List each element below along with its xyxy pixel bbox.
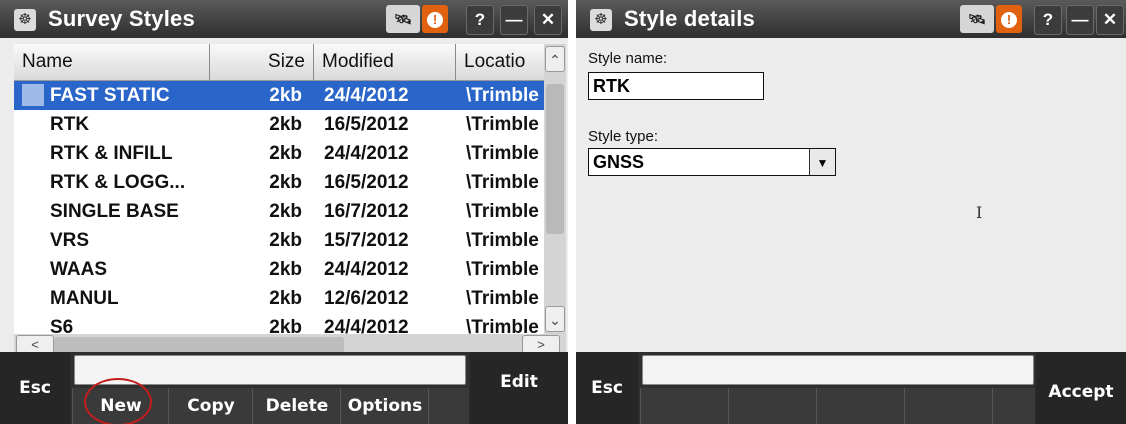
- cell-name: SINGLE BASE: [50, 201, 179, 222]
- column-header-size[interactable]: Size: [210, 44, 314, 80]
- cell-size: 2kb: [269, 114, 302, 135]
- scroll-up-icon[interactable]: ⌃: [545, 46, 565, 72]
- style-type-select[interactable]: GNSS ▼: [588, 148, 836, 176]
- cell-location: \Trimble: [466, 143, 539, 164]
- edit-button[interactable]: Edit: [470, 352, 568, 424]
- table-row[interactable]: FAST STATIC 2kb 24/4/2012 \Trimble: [14, 81, 544, 110]
- table-row[interactable]: WAAS 2kb 24/4/2012 \Trimble: [14, 255, 544, 284]
- cell-modified: 15/7/2012: [324, 230, 409, 251]
- cell-name: RTK: [50, 114, 90, 135]
- cell-size: 2kb: [269, 172, 302, 193]
- esc-button[interactable]: Esc: [0, 352, 70, 424]
- cell-name: FAST STATIC: [50, 85, 170, 106]
- esc-button[interactable]: Esc: [576, 352, 638, 424]
- help-button[interactable]: ?: [466, 5, 494, 35]
- trimble-logo-icon[interactable]: ☸: [14, 9, 36, 31]
- scroll-down-icon[interactable]: ⌄: [545, 306, 565, 332]
- table-row[interactable]: VRS 2kb 15/7/2012 \Trimble: [14, 226, 544, 255]
- vertical-scrollbar[interactable]: ⌃ ⌄: [544, 44, 566, 334]
- help-button[interactable]: ?: [1034, 5, 1062, 35]
- empty-softkey: [816, 388, 905, 424]
- highlight-circle: [84, 378, 152, 424]
- cell-name: RTK & INFILL: [50, 143, 173, 164]
- style-type-label: Style type:: [588, 128, 659, 145]
- title-bar: ☸ Survey Styles 🛰 ! ? — ✕: [0, 0, 568, 38]
- table-row[interactable]: SINGLE BASE 2kb 16/7/2012 \Trimble: [14, 197, 544, 226]
- empty-softkey: [640, 388, 729, 424]
- empty-softkey: [428, 388, 469, 424]
- cell-location: \Trimble: [466, 201, 539, 222]
- title-bar: ☸ Style details 🛰 ! ? — ✕: [576, 0, 1126, 38]
- column-header-name[interactable]: Name: [14, 44, 210, 80]
- survey-styles-window: ☸ Survey Styles 🛰 ! ? — ✕ Name Size Modi…: [0, 0, 568, 424]
- cell-name: WAAS: [50, 259, 107, 280]
- satellite-icon[interactable]: 🛰: [960, 5, 994, 33]
- chevron-down-icon[interactable]: ▼: [809, 149, 835, 175]
- cell-modified: 24/4/2012: [324, 85, 409, 106]
- cell-modified: 12/6/2012: [324, 288, 409, 309]
- text-cursor-icon: I: [976, 203, 983, 222]
- list-header: Name Size Modified Locatio: [14, 44, 544, 81]
- close-button[interactable]: ✕: [534, 5, 562, 35]
- warning-icon[interactable]: !: [996, 5, 1022, 33]
- cell-size: 2kb: [269, 201, 302, 222]
- cell-name: RTK & LOGG...: [50, 172, 186, 193]
- cell-location: \Trimble: [466, 259, 539, 280]
- styles-list[interactable]: Name Size Modified Locatio FAST STATIC 2k…: [14, 44, 566, 356]
- window-title: Survey Styles: [48, 6, 195, 31]
- scrollbar-thumb[interactable]: [54, 337, 344, 353]
- cell-name: VRS: [50, 230, 90, 251]
- style-name-label: Style name:: [588, 50, 668, 67]
- close-button[interactable]: ✕: [1096, 5, 1124, 35]
- minimize-button[interactable]: —: [500, 5, 528, 35]
- cell-size: 2kb: [269, 230, 302, 251]
- cell-size: 2kb: [269, 85, 302, 106]
- cell-size: 2kb: [269, 288, 302, 309]
- table-row[interactable]: RTK & INFILL 2kb 24/4/2012 \Trimble: [14, 139, 544, 168]
- window-separator: [568, 0, 576, 424]
- cell-location: \Trimble: [466, 172, 539, 193]
- cell-name: MANUL: [50, 288, 119, 309]
- options-button[interactable]: Options: [340, 388, 429, 424]
- cell-modified: 16/5/2012: [324, 114, 409, 135]
- scrollbar-thumb[interactable]: [546, 84, 564, 234]
- table-row[interactable]: RTK 2kb 16/5/2012 \Trimble: [14, 110, 544, 139]
- empty-softkey: [728, 388, 817, 424]
- cell-modified: 16/7/2012: [324, 201, 409, 222]
- trimble-logo-icon[interactable]: ☸: [590, 9, 612, 31]
- cell-location: \Trimble: [466, 114, 539, 135]
- cell-size: 2kb: [269, 259, 302, 280]
- copy-button[interactable]: Copy: [168, 388, 253, 424]
- cell-size: 2kb: [269, 143, 302, 164]
- window-title: Style details: [624, 6, 755, 31]
- cell-location: \Trimble: [466, 288, 539, 309]
- command-input[interactable]: [642, 355, 1034, 385]
- column-header-location[interactable]: Locatio: [456, 44, 556, 80]
- empty-softkey: [992, 388, 1035, 424]
- cell-modified: 24/4/2012: [324, 143, 409, 164]
- table-row[interactable]: MANUL 2kb 12/6/2012 \Trimble: [14, 284, 544, 313]
- selection-marker: [22, 84, 44, 106]
- delete-button[interactable]: Delete: [252, 388, 341, 424]
- style-type-value: GNSS: [593, 152, 645, 172]
- satellite-icon[interactable]: 🛰: [386, 5, 420, 33]
- minimize-button[interactable]: —: [1066, 5, 1094, 35]
- cell-modified: 24/4/2012: [324, 259, 409, 280]
- empty-softkey: [904, 388, 993, 424]
- column-header-modified[interactable]: Modified: [314, 44, 456, 80]
- softkey-bar: Esc Accept: [576, 352, 1126, 424]
- warning-icon[interactable]: !: [422, 5, 448, 33]
- softkey-bar: Esc New Copy Delete Options Edit: [0, 352, 568, 424]
- table-row[interactable]: RTK & LOGG... 2kb 16/5/2012 \Trimble: [14, 168, 544, 197]
- accept-button[interactable]: Accept: [1036, 352, 1126, 424]
- style-name-field[interactable]: RTK: [588, 72, 764, 100]
- cell-location: \Trimble: [466, 230, 539, 251]
- style-details-window: ☸ Style details 🛰 ! ? — ✕ Style name: RT…: [576, 0, 1126, 424]
- cell-modified: 16/5/2012: [324, 172, 409, 193]
- cell-location: \Trimble: [466, 85, 539, 106]
